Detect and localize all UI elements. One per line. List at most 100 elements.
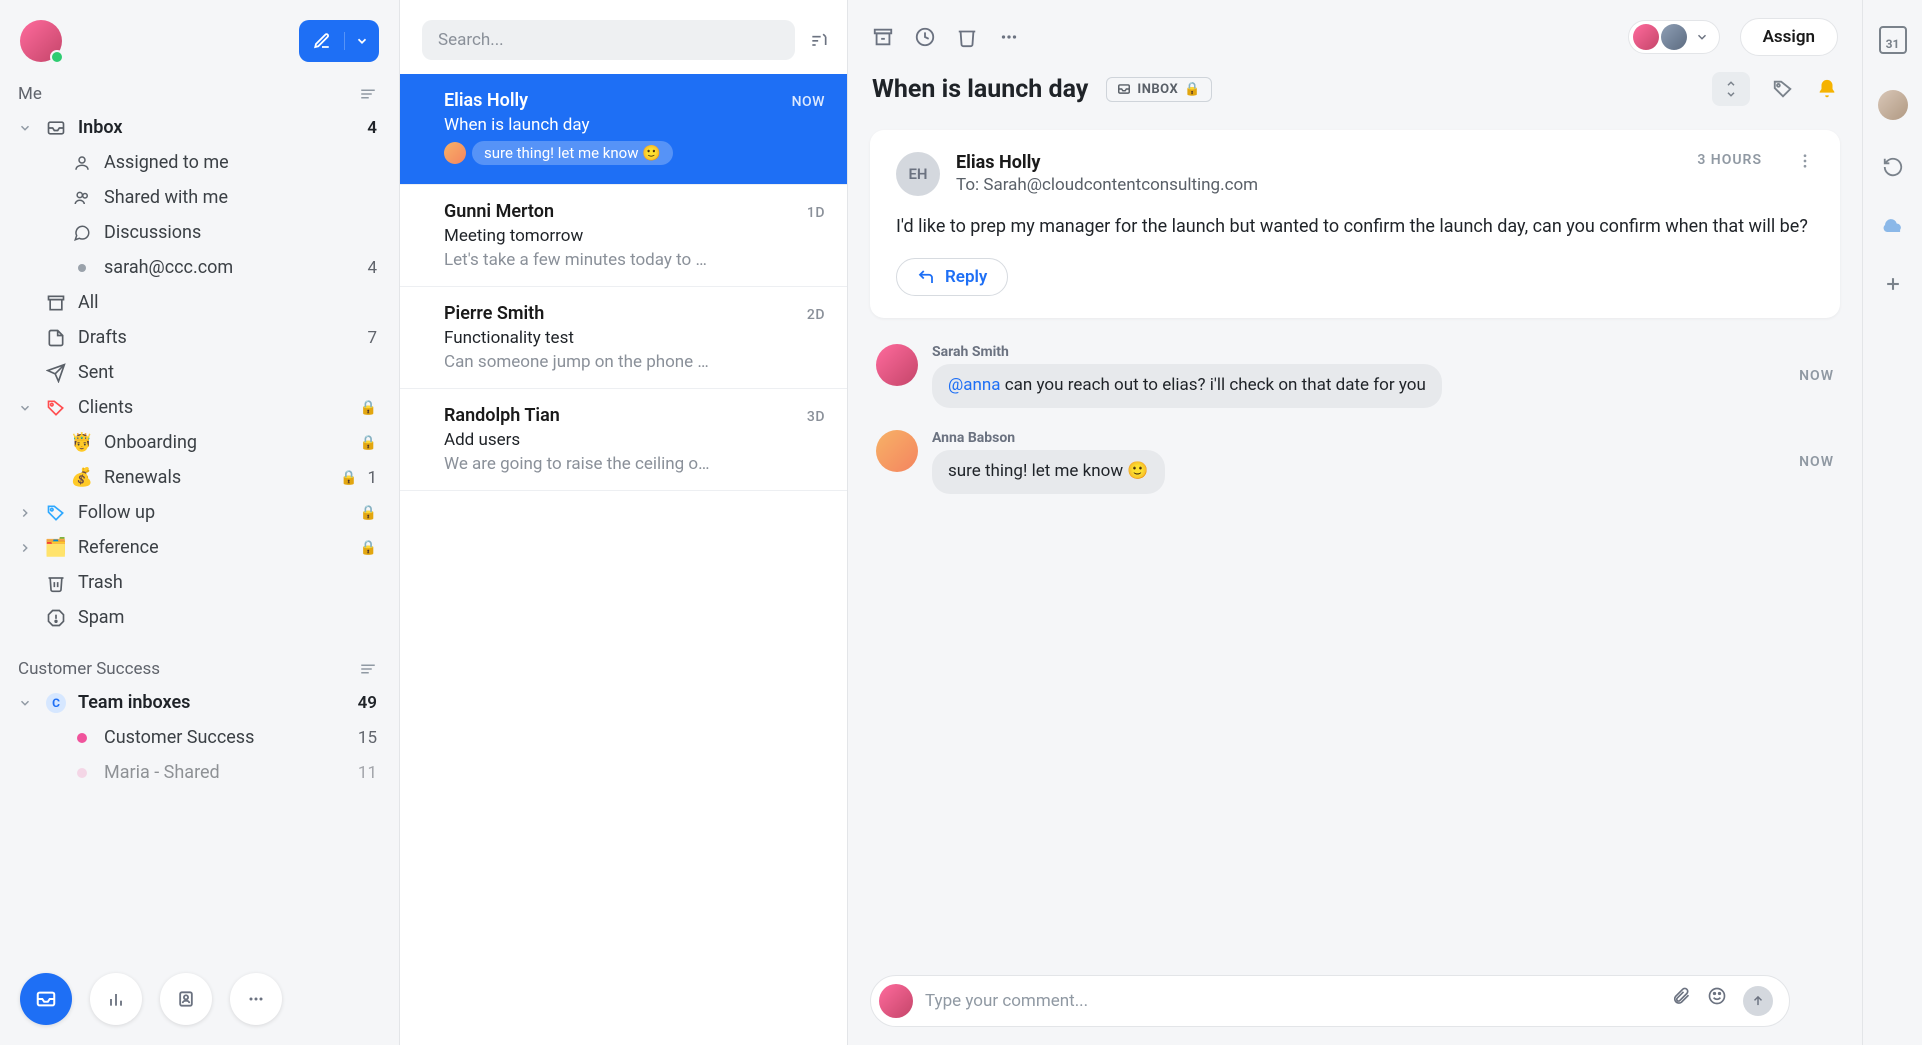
thread-item[interactable]: Randolph Tian 3D Add users We are going … (400, 389, 847, 491)
thread-sender: Gunni Merton (444, 201, 554, 222)
inbox-badge[interactable]: INBOX 🔒 (1106, 77, 1212, 102)
lock-icon: 🔒 (360, 435, 377, 451)
nav-trash[interactable]: Trash (0, 565, 399, 600)
nav-label: Maria - Shared (104, 762, 348, 783)
compose-dropdown-chevron-icon[interactable] (345, 34, 379, 48)
comment-bubble: sure thing! let me know 🙂 (932, 450, 1165, 494)
participants-dropdown[interactable] (1628, 20, 1720, 54)
trash-icon[interactable] (956, 26, 978, 48)
message-more-icon[interactable] (1796, 152, 1814, 170)
nav-reference[interactable]: 🗂️ Reference 🔒 (0, 530, 399, 565)
thread-sender: Randolph Tian (444, 405, 560, 426)
nav-label: Renewals (104, 467, 326, 488)
lock-icon: 🔒 (360, 400, 377, 416)
nav-label: Shared with me (104, 187, 377, 208)
nav-clients[interactable]: Clients 🔒 (0, 390, 399, 425)
comment-time: NOW (1799, 454, 1834, 470)
nav-count: 11 (358, 763, 377, 783)
reply-label: Reply (945, 267, 987, 287)
snooze-icon[interactable] (914, 26, 936, 48)
thread-sender: Pierre Smith (444, 303, 544, 324)
nav-followup[interactable]: Follow up 🔒 (0, 495, 399, 530)
expand-icon[interactable] (1712, 72, 1750, 106)
footer-contacts-button[interactable] (160, 973, 212, 1025)
section-menu-icon[interactable] (359, 662, 377, 676)
thread-preview: Can someone jump on the phone … (444, 352, 825, 372)
nav-customer-success[interactable]: Customer Success 15 (0, 720, 399, 755)
archive-icon[interactable] (872, 26, 894, 48)
nav-count: 15 (358, 728, 377, 748)
lock-icon: 🔒 (360, 540, 377, 556)
rail-participant-avatar[interactable] (1878, 90, 1908, 120)
nav-renewals[interactable]: 💰 Renewals 🔒 1 (0, 460, 399, 495)
emoji-money-icon: 💰 (70, 467, 94, 488)
nav-label: Follow up (78, 502, 346, 523)
footer-more-button[interactable] (230, 973, 282, 1025)
reply-arrow-icon (917, 268, 935, 286)
nav-label: Assigned to me (104, 152, 377, 173)
chip-avatar (444, 142, 466, 164)
presence-online-dot (50, 50, 64, 64)
right-rail: 31 (1862, 0, 1922, 1045)
comments-section: Sarah Smith @anna can you reach out to e… (848, 318, 1862, 532)
inbox-tray-icon (44, 118, 68, 138)
emoji-folder-icon: 🗂️ (44, 537, 68, 558)
dot-icon (70, 264, 94, 272)
search-input[interactable]: Search... (422, 20, 795, 60)
nav-label: Team inboxes (78, 692, 348, 713)
cloud-icon[interactable] (1881, 214, 1905, 238)
chevron-down-icon (18, 401, 34, 415)
nav-assigned[interactable]: Assigned to me (0, 145, 399, 180)
attachment-icon[interactable] (1671, 986, 1691, 1016)
footer-inbox-button[interactable] (20, 973, 72, 1025)
refresh-icon[interactable] (1882, 156, 1904, 178)
section-menu-icon[interactable] (359, 87, 377, 101)
dot-icon (70, 733, 94, 743)
nav-shared[interactable]: Shared with me (0, 180, 399, 215)
nav-sarah-inbox[interactable]: sarah@ccc.com 4 (0, 250, 399, 285)
footer-analytics-button[interactable] (90, 973, 142, 1025)
nav-count: 4 (367, 258, 377, 278)
more-icon[interactable] (998, 26, 1020, 48)
thread-item[interactable]: Gunni Merton 1D Meeting tomorrow Let's t… (400, 185, 847, 287)
emoji-icon[interactable] (1707, 986, 1727, 1016)
comment-avatar (876, 430, 918, 472)
comment-composer[interactable]: Type your comment... (870, 975, 1790, 1027)
assign-button[interactable]: Assign (1740, 18, 1838, 56)
thread-item[interactable]: Elias Holly NOW When is launch day sure … (400, 74, 847, 185)
pencil-icon[interactable] (299, 32, 345, 50)
nav-sent[interactable]: Sent (0, 355, 399, 390)
bell-icon[interactable] (1816, 78, 1838, 100)
mention[interactable]: @anna (948, 375, 1001, 395)
nav-onboarding[interactable]: 🤴 Onboarding 🔒 (0, 425, 399, 460)
composer-avatar (879, 984, 913, 1018)
nav-team-inboxes[interactable]: C Team inboxes 49 (0, 685, 399, 720)
section-header-cs: Customer Success (0, 653, 399, 685)
section-title: Me (18, 84, 42, 104)
sender-avatar: EH (896, 152, 940, 196)
plus-icon[interactable] (1883, 274, 1903, 294)
nav-maria-shared[interactable]: Maria - Shared 11 (0, 755, 399, 790)
compose-button[interactable] (299, 20, 379, 62)
sort-button[interactable] (809, 30, 829, 50)
sidebar-footer (20, 973, 282, 1025)
nav-inbox[interactable]: Inbox 4 (0, 110, 399, 145)
current-user-avatar[interactable] (20, 20, 62, 62)
send-button[interactable] (1743, 986, 1773, 1016)
nav-count: 7 (367, 328, 377, 348)
nav-drafts[interactable]: Drafts 7 (0, 320, 399, 355)
nav-spam[interactable]: Spam (0, 600, 399, 635)
composer-input[interactable]: Type your comment... (925, 991, 1659, 1011)
comment-author: Anna Babson (932, 430, 1165, 446)
nav-discussions[interactable]: Discussions (0, 215, 399, 250)
nav-label: Inbox (78, 117, 357, 138)
participant-avatar (1661, 24, 1687, 50)
tray-icon (1117, 82, 1131, 96)
thread-item[interactable]: Pierre Smith 2D Functionality test Can s… (400, 287, 847, 389)
nav-label: Discussions (104, 222, 377, 243)
tag-icon[interactable] (1772, 78, 1794, 100)
calendar-icon[interactable]: 31 (1879, 26, 1907, 54)
nav-all[interactable]: All (0, 285, 399, 320)
reply-button[interactable]: Reply (896, 258, 1008, 296)
warning-icon (44, 608, 68, 628)
